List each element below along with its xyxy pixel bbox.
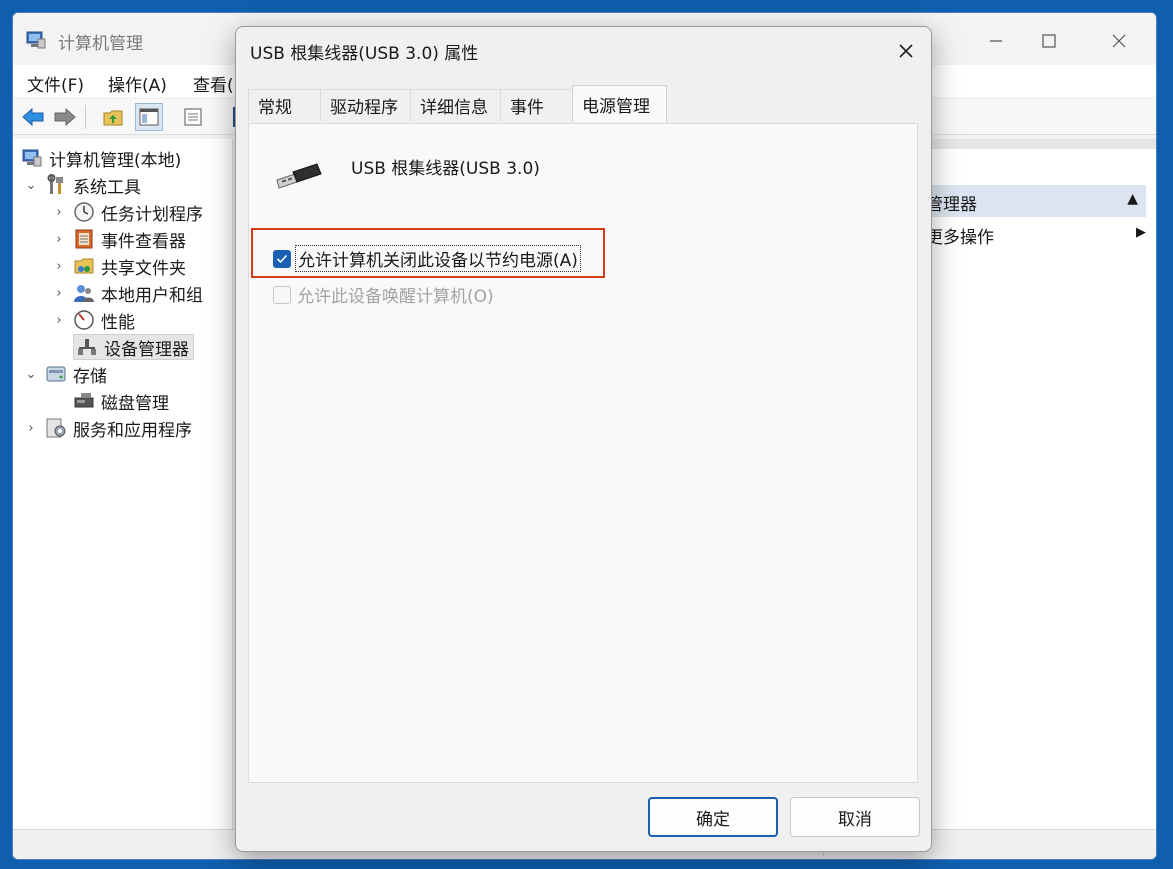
usb-connector-icon xyxy=(271,154,327,194)
window-title: 计算机管理 xyxy=(58,34,143,54)
close-icon xyxy=(899,44,913,58)
users-icon xyxy=(73,282,95,304)
actions-pane: 管理器 ▲ 更多操作 ▶ xyxy=(918,139,1156,829)
actions-pane-header xyxy=(918,139,1156,149)
tree-item-task-scheduler[interactable]: › 任务计划程序 xyxy=(51,199,203,225)
chevron-right-icon[interactable]: › xyxy=(51,286,67,301)
forward-icon[interactable] xyxy=(51,103,79,131)
tab-driver[interactable]: 驱动程序 xyxy=(320,89,411,121)
event-log-icon xyxy=(73,228,95,250)
tree-item-label: 共享文件夹 xyxy=(101,258,186,279)
allow-wake-checkbox xyxy=(273,285,291,304)
up-folder-icon[interactable] xyxy=(99,103,127,131)
chevron-down-icon[interactable]: ⌄ xyxy=(23,178,39,193)
storage-icon xyxy=(45,363,67,385)
dialog-close-button[interactable] xyxy=(884,33,928,69)
check-icon xyxy=(276,254,288,263)
tab-strip: 常规 驱动程序 详细信息 事件 电源管理 xyxy=(248,85,918,123)
tree-item-event-viewer[interactable]: › 事件查看器 xyxy=(51,226,186,252)
collapse-up-icon[interactable]: ▲ xyxy=(1127,191,1138,207)
allow-power-off-label[interactable]: 允许计算机关闭此设备以节约电源(A) xyxy=(295,245,581,272)
show-tree-icon[interactable] xyxy=(135,103,163,131)
tree-item-storage[interactable]: ⌄ 存储 xyxy=(23,361,107,387)
tree-item-label: 事件查看器 xyxy=(101,231,186,252)
tree-item-system-tools[interactable]: ⌄ 系统工具 xyxy=(23,172,141,198)
allow-power-off-option[interactable]: 允许计算机关闭此设备以节约电源(A) xyxy=(273,245,581,272)
ok-button[interactable]: 确定 xyxy=(648,797,778,837)
disk-icon xyxy=(73,390,95,412)
tab-general[interactable]: 常规 xyxy=(248,89,321,121)
tree-item-label: 计算机管理(本地) xyxy=(49,150,182,171)
tree-item-label: 磁盘管理 xyxy=(101,393,169,414)
maximize-button[interactable] xyxy=(1021,21,1077,61)
tree-item-performance[interactable]: › 性能 xyxy=(51,307,135,333)
shared-folder-icon xyxy=(73,255,95,277)
allow-wake-option: 允许此设备唤醒计算机(O) xyxy=(273,282,496,307)
tree-item-device-manager[interactable]: 设备管理器 xyxy=(73,334,194,360)
tab-power-management[interactable]: 电源管理 xyxy=(572,85,667,122)
actions-section-header[interactable]: 管理器 ▲ xyxy=(918,185,1146,217)
tree-item-shared-folders[interactable]: › 共享文件夹 xyxy=(51,253,186,279)
chevron-right-icon[interactable]: › xyxy=(51,232,67,247)
power-management-panel: USB 根集线器(USB 3.0) 允许计算机关闭此设备以节约电源(A) 允许此… xyxy=(248,123,918,783)
tab-events[interactable]: 事件 xyxy=(500,89,573,121)
device-name: USB 根集线器(USB 3.0) xyxy=(351,159,540,179)
chevron-right-icon[interactable]: › xyxy=(51,259,67,274)
device-manager-icon xyxy=(76,336,98,358)
close-window-button[interactable] xyxy=(1091,21,1147,61)
tree-item-services-apps[interactable]: › 服务和应用程序 xyxy=(23,415,192,441)
tools-icon xyxy=(45,174,67,196)
minimize-button[interactable] xyxy=(968,21,1024,61)
chevron-down-icon[interactable]: ⌄ xyxy=(23,367,39,382)
allow-wake-label: 允许此设备唤醒计算机(O) xyxy=(297,287,494,307)
computer-management-icon xyxy=(21,147,43,169)
tree-item-disk-management[interactable]: 磁盘管理 xyxy=(73,388,169,414)
tree-item-label: 本地用户和组 xyxy=(101,285,203,306)
chevron-right-icon[interactable]: › xyxy=(23,421,39,436)
tree-item-label: 服务和应用程序 xyxy=(73,420,192,441)
dialog-title: USB 根集线器(USB 3.0) 属性 xyxy=(250,44,479,64)
tree-item-label: 存储 xyxy=(73,366,107,387)
clock-icon xyxy=(73,201,95,223)
tree-item-label: 设备管理器 xyxy=(104,339,189,360)
back-icon[interactable] xyxy=(19,103,47,131)
tab-details[interactable]: 详细信息 xyxy=(410,89,501,121)
tree-item-label: 系统工具 xyxy=(73,177,141,198)
allow-power-off-checkbox[interactable] xyxy=(273,249,291,268)
menu-file[interactable]: 文件(F) xyxy=(27,71,84,96)
menu-view[interactable]: 查看( xyxy=(193,71,234,96)
submenu-arrow-icon: ▶ xyxy=(1136,225,1146,240)
tree-item-label: 任务计划程序 xyxy=(101,204,203,225)
performance-icon xyxy=(73,309,95,331)
actions-section-title: 管理器 xyxy=(926,195,977,215)
tree-item-local-users[interactable]: › 本地用户和组 xyxy=(51,280,203,306)
services-icon xyxy=(45,417,67,439)
navigation-tree: 计算机管理(本地) ⌄ 系统工具 › 任务计划程序 › 事件查看器 › 共享文件… xyxy=(13,139,233,829)
properties-icon[interactable] xyxy=(179,103,207,131)
properties-dialog: USB 根集线器(USB 3.0) 属性 常规 驱动程序 详细信息 事件 电源管… xyxy=(235,26,932,852)
chevron-right-icon[interactable]: › xyxy=(51,313,67,328)
toolbar-separator xyxy=(85,105,86,129)
computer-management-icon xyxy=(25,29,47,51)
cancel-button[interactable]: 取消 xyxy=(790,797,920,837)
more-actions-link[interactable]: 更多操作 xyxy=(926,223,994,248)
chevron-right-icon[interactable]: › xyxy=(51,205,67,220)
tree-item-label: 性能 xyxy=(101,312,135,333)
tree-item-computer-management[interactable]: 计算机管理(本地) xyxy=(21,145,181,171)
menu-action[interactable]: 操作(A) xyxy=(108,71,167,96)
selected-highlight: 设备管理器 xyxy=(73,334,194,360)
